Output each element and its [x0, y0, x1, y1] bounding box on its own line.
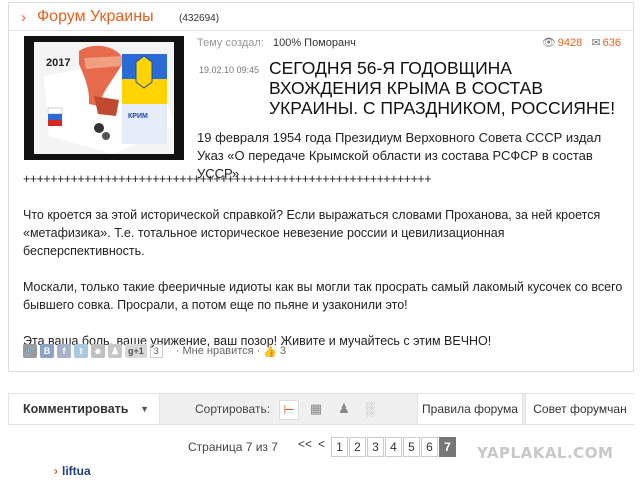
divider: [9, 30, 633, 31]
pager-page[interactable]: 6: [421, 437, 438, 457]
post-date: 19.02.10 09:45: [199, 65, 260, 75]
comments-count[interactable]: 636: [603, 37, 621, 49]
forum-advice-button[interactable]: Совет форумчан: [525, 394, 634, 424]
author-name[interactable]: 100% Поморанч: [273, 37, 356, 49]
share-bar: 🔗 B f t ☻ ♟ g+1 3 · Мне нравится · 👍 3: [23, 342, 286, 360]
forum-rules-button[interactable]: Правила форума: [417, 394, 523, 424]
gplus-button[interactable]: g+1: [125, 344, 147, 358]
sort-author-icon[interactable]: ♟: [335, 400, 353, 418]
author-line: Тему создал: 100% Поморанч: [197, 37, 356, 49]
author-label: Тему создал:: [197, 37, 264, 49]
thumb-year: 2017: [46, 57, 70, 69]
thumb-label: КРИМ: [128, 113, 148, 120]
pager-page[interactable]: 3: [367, 437, 384, 457]
sort-tree-icon[interactable]: ⊢: [279, 400, 299, 420]
vk-icon[interactable]: B: [40, 344, 54, 358]
comment-button-label: Комментировать: [23, 402, 129, 416]
comment-button[interactable]: Комментировать ▼: [9, 394, 160, 424]
next-comment-user[interactable]: › liftua: [54, 464, 91, 478]
pager-page[interactable]: 4: [385, 437, 402, 457]
pager-prev[interactable]: <: [318, 437, 325, 451]
forum-header: › Форум Украины (432694): [9, 3, 633, 31]
post-title: СЕГОДНЯ 56-Я ГОДОВЩИНА ВХОЖДЕНИЯ КРЫМА В…: [269, 58, 616, 118]
people-icon[interactable]: ♟: [108, 344, 122, 358]
pager-page[interactable]: 1: [331, 437, 348, 457]
views-count: 9428: [557, 37, 583, 49]
like-label[interactable]: · Мне нравится ·: [176, 345, 261, 357]
sort-label: Сортировать:: [195, 402, 271, 416]
caret-down-icon: ▼: [140, 404, 149, 414]
pager-page-current: 7: [439, 437, 456, 457]
separator-line: ++++++++++++++++++++++++++++++++++++++++…: [23, 172, 432, 186]
chevron-right-icon: ›: [54, 464, 58, 478]
pager-page[interactable]: 2: [349, 437, 366, 457]
sort-date-icon[interactable]: ▦: [307, 400, 325, 418]
user-name[interactable]: liftua: [62, 464, 91, 478]
paragraph-1: Что кроется за этой исторической справко…: [23, 208, 601, 258]
forum-topic-count: (432694): [179, 13, 220, 24]
post-card: › Форум Украины (432694) 2017 КРИМ Тему …: [8, 2, 634, 372]
chevron-right-icon: ›: [21, 9, 26, 26]
odnoklassniki-icon[interactable]: ☻: [91, 344, 105, 358]
twitter-icon[interactable]: t: [74, 344, 88, 358]
like-count: 3: [280, 345, 287, 357]
gplus-count: 3: [149, 344, 163, 358]
post-thumbnail[interactable]: 2017 КРИМ: [24, 36, 184, 160]
thumbs-up-icon[interactable]: 👍: [263, 345, 277, 358]
comments-toolbar: Комментировать ▼ Сортировать: ⊢ ▦ ♟ ░ Пр…: [8, 393, 634, 425]
post-body: ++++++++++++++++++++++++++++++++++++++++…: [23, 170, 623, 368]
facebook-icon[interactable]: f: [57, 344, 71, 358]
sort-rating-icon[interactable]: ░: [361, 400, 379, 418]
comments-icon: ✉: [591, 37, 601, 49]
pager-label: Страница 7 из 7: [188, 440, 278, 454]
link-icon[interactable]: 🔗: [23, 344, 37, 358]
forum-title-link[interactable]: Форум Украины: [37, 8, 154, 26]
site-watermark: YAPLAKAL.COM: [477, 444, 614, 462]
pager-page[interactable]: 5: [403, 437, 420, 457]
pager-first[interactable]: <<: [298, 437, 312, 451]
post-stats: 👁 9428 ✉ 636: [542, 36, 621, 49]
eye-icon: 👁: [541, 37, 556, 49]
paragraph-2: Москали, только такие фееричные идиоты к…: [23, 280, 623, 312]
